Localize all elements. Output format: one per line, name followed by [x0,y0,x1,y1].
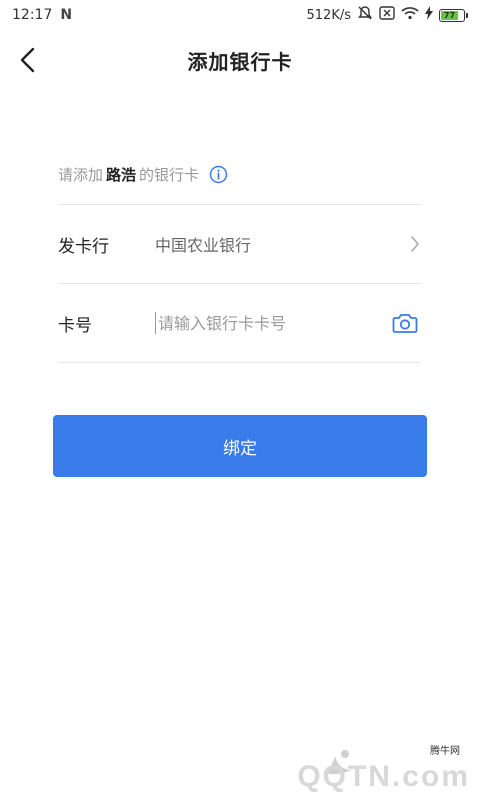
camera-scan-button[interactable] [390,308,420,338]
camera-icon [392,314,418,333]
info-icon[interactable] [209,165,228,184]
watermark-small-text: 腾牛网 [430,746,460,757]
issuer-bank-row[interactable]: 发卡行 中国农业银行 [58,205,420,284]
network-speed: 512K/s [306,7,352,23]
watermark: 腾牛网 QQTN.com [260,742,470,794]
battery-icon: 77 [439,8,468,22]
issuer-bank-label: 发卡行 [58,236,109,257]
bank-card-form: 请添加 路浩 的银行卡 发卡行 中国农业银行 卡号 [58,145,420,363]
watermark-brand: QQTN.com [297,760,470,793]
navigation-bar: 添加银行卡 [0,34,480,86]
hint-suffix: 的银行卡 [139,166,200,184]
wifi-icon [401,6,419,24]
card-number-input[interactable] [155,312,390,334]
account-holder-hint: 请添加 路浩 的银行卡 [58,145,420,205]
issuer-bank-value: 中国农业银行 [155,236,252,255]
bind-button[interactable]: 绑定 [53,415,427,477]
hint-prefix: 请添加 [58,166,104,184]
page-title: 添加银行卡 [187,49,293,74]
back-button[interactable] [10,42,46,78]
mute-bell-icon [357,5,373,25]
card-number-label: 卡号 [58,315,92,336]
chevron-left-icon [20,47,35,73]
chevron-right-icon [400,235,420,253]
sim-disabled-icon [379,6,395,24]
status-bar: 12:17 N 512K/s 77 [0,0,480,30]
charging-icon [425,6,433,24]
status-time: 12:17 [12,7,53,23]
account-holder-name: 路浩 [106,166,137,184]
battery-level: 77 [441,10,458,20]
card-number-row: 卡号 [58,284,420,363]
n-notification-icon: N [60,7,73,23]
